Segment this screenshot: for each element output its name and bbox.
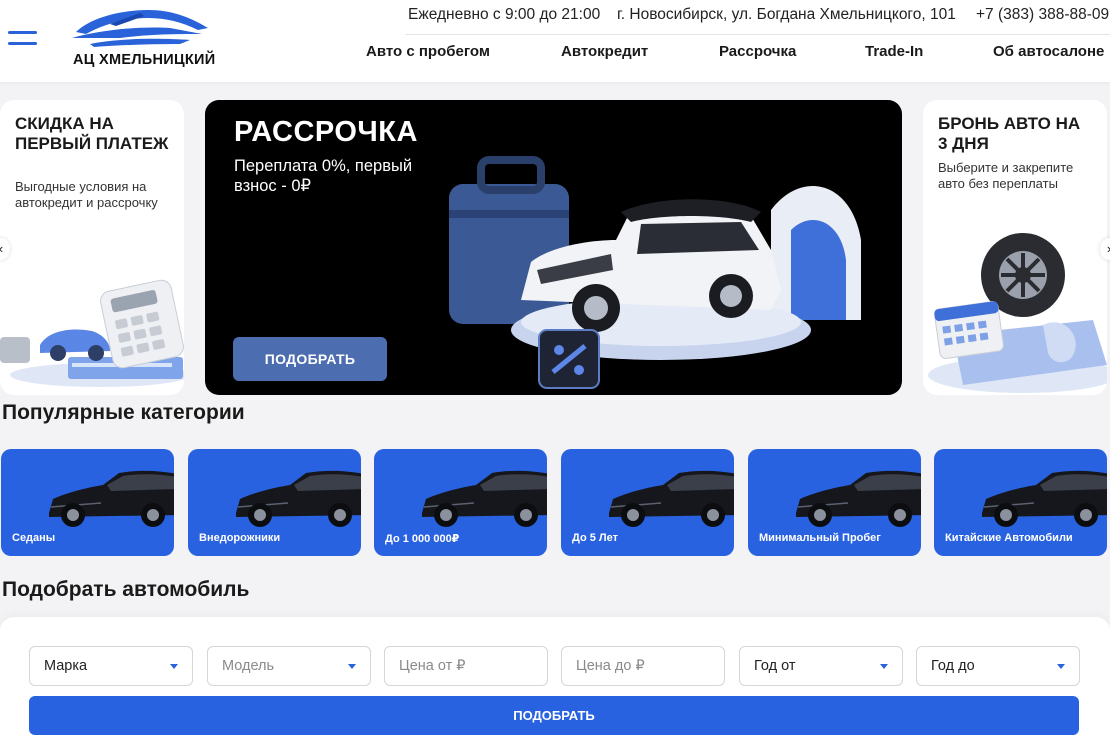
chevron-down-icon [880, 664, 888, 669]
nav-installment[interactable]: Рассрочка [719, 43, 796, 60]
logo[interactable]: АЦ ХМЕЛЬНИЦКИЙ [70, 4, 216, 70]
banner-installment-title: РАССРОЧКА [234, 116, 418, 148]
filter-submit-button[interactable]: ПОДОБРАТЬ [29, 696, 1079, 735]
menu-icon[interactable] [8, 31, 37, 47]
header: АЦ ХМЕЛЬНИЦКИЙ Ежедневно с 9:00 до 21:00… [0, 0, 1110, 82]
model-select-value: Модель [222, 658, 275, 674]
category-card-suvs[interactable]: Внедорожники [188, 449, 361, 556]
tire-calendar-illustration-icon [928, 233, 1107, 393]
nav-about[interactable]: Об автосалоне [993, 43, 1104, 60]
category-label: До 5 Лет [572, 532, 618, 544]
category-card-low-mileage[interactable]: Минимальный Пробег [748, 449, 921, 556]
car-icon [49, 470, 174, 527]
car-icon [609, 470, 734, 527]
model-select[interactable]: Модель [207, 646, 371, 686]
address: г. Новосибирск, ул. Богдана Хмельницкого… [617, 6, 956, 23]
category-label: Минимальный Пробег [759, 532, 881, 544]
category-label: Седаны [12, 532, 56, 544]
car-icon [796, 470, 921, 527]
category-card-sedans[interactable]: Седаны [1, 449, 174, 556]
year-to-select[interactable]: Год до [916, 646, 1080, 686]
working-hours: Ежедневно с 9:00 до 21:00 [408, 6, 601, 23]
year-from-select[interactable]: Год от [739, 646, 903, 686]
banner-select-button[interactable]: ПОДОБРАТЬ [233, 337, 387, 381]
car-icon [982, 470, 1107, 527]
popular-categories-title: Популярные категории [2, 401, 245, 424]
banner-discount-text: Выгодные условия на автокредит и рассроч… [15, 179, 158, 210]
car-briefcase-illustration-icon [449, 156, 861, 389]
nav-car-loan[interactable]: Автокредит [561, 43, 648, 60]
category-card-under-1m[interactable]: До 1 000 000₽ [374, 449, 547, 556]
car-logo-icon [72, 10, 208, 47]
banner-installment-subtitle: Переплата 0%, первый взнос - 0₽ [234, 157, 413, 195]
phone-link[interactable]: +7 (383) 388-88-09 [976, 6, 1109, 24]
price-to-input[interactable] [561, 646, 725, 686]
banner-installment[interactable]: РАССРОЧКА Переплата 0%, первый взнос - 0… [205, 100, 902, 395]
car-search-title: Подобрать автомобиль [2, 578, 250, 601]
banner-booking[interactable]: Бронь авто на 3 дня Выберите и закрепите… [923, 100, 1107, 395]
banner-discount-title: Скидка на первый платеж [15, 114, 169, 153]
header-divider [405, 34, 1110, 35]
category-card-under-5-years[interactable]: До 5 Лет [561, 449, 734, 556]
logo-text: АЦ ХМЕЛЬНИЦКИЙ [73, 52, 216, 68]
chevron-down-icon [348, 664, 356, 669]
brand-select[interactable]: Марка [29, 646, 193, 686]
chevron-down-icon [1057, 664, 1065, 669]
nav-used-cars[interactable]: Авто с пробегом [366, 43, 490, 60]
brand-select-value: Марка [44, 658, 88, 674]
category-card-chinese-cars[interactable]: Китайские Автомобили [934, 449, 1107, 556]
category-label: Внедорожники [199, 532, 281, 544]
car-icon [422, 470, 547, 527]
year-from-value: Год от [754, 658, 796, 674]
banner-discount[interactable]: Скидка на первый платеж Выгодные условия… [0, 100, 184, 395]
banner-booking-title: Бронь авто на 3 дня [938, 114, 1081, 153]
year-to-value: Год до [931, 658, 975, 674]
category-label: До 1 000 000₽ [385, 533, 460, 545]
calculator-illustration-icon [0, 279, 184, 387]
car-icon [236, 470, 361, 527]
banner-booking-text: Выберите и закрепите авто без переплаты [938, 160, 1074, 191]
price-from-input[interactable] [384, 646, 548, 686]
category-label: Китайские Автомобили [945, 532, 1073, 544]
chevron-down-icon [170, 664, 178, 669]
nav-trade-in[interactable]: Trade-In [865, 43, 923, 60]
